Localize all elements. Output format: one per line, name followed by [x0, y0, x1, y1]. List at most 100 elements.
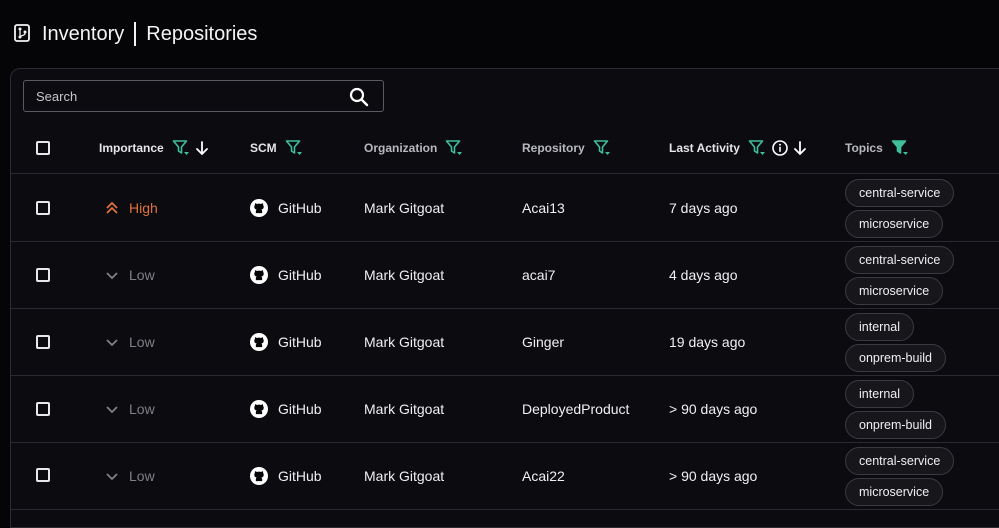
- github-icon: [250, 400, 268, 418]
- chevron-down-icon: [106, 339, 118, 347]
- topics-cell: internal onprem-build: [845, 313, 946, 372]
- column-label: Organization: [364, 141, 438, 155]
- topic-chip[interactable]: central-service: [845, 447, 955, 475]
- importance-label: Low: [129, 267, 155, 283]
- page-header: Inventory Repositories: [0, 0, 999, 68]
- last-activity-cell: > 90 days ago: [669, 468, 758, 484]
- repository-icon: [14, 24, 30, 42]
- column-organization[interactable]: Organization: [364, 122, 463, 174]
- topic-chip[interactable]: internal: [845, 313, 914, 341]
- importance-label: Low: [129, 468, 155, 484]
- search-box[interactable]: [23, 80, 384, 112]
- filter-icon[interactable]: [445, 139, 463, 157]
- filter-icon[interactable]: [593, 139, 611, 157]
- column-label: Repository: [522, 141, 585, 155]
- page-title: Inventory Repositories: [42, 22, 257, 46]
- topics-cell: central-service microservice: [845, 179, 955, 238]
- column-importance[interactable]: Importance: [99, 122, 210, 174]
- row-checkbox[interactable]: [36, 268, 50, 282]
- topic-chip[interactable]: microservice: [845, 478, 944, 506]
- scm-cell: GitHub: [250, 309, 322, 375]
- chevron-down-icon: [106, 473, 118, 481]
- importance-cell: Low: [105, 242, 155, 308]
- table-header: Importance SCM Organization Repository L…: [11, 122, 999, 174]
- breadcrumb-section[interactable]: Inventory: [42, 23, 124, 46]
- scm-label: GitHub: [278, 401, 322, 417]
- topic-chip[interactable]: internal: [845, 380, 914, 408]
- filter-icon[interactable]: [748, 139, 766, 157]
- scm-cell: GitHub: [250, 175, 322, 241]
- sort-descending-icon[interactable]: [792, 140, 808, 156]
- last-activity-cell: > 90 days ago: [669, 401, 758, 417]
- github-icon: [250, 266, 268, 284]
- row-checkbox[interactable]: [36, 335, 50, 349]
- github-icon: [250, 199, 268, 217]
- double-chevron-up-icon: [106, 201, 118, 214]
- chevron-down-icon: [106, 272, 118, 280]
- organization-cell: Mark Gitgoat: [364, 200, 445, 216]
- organization-cell: Mark Gitgoat: [364, 334, 445, 350]
- table-row[interactable]: Low GitHub Mark Gitgoat Ginger 19 days a…: [11, 309, 999, 376]
- topics-cell: central-service microservice: [845, 246, 955, 305]
- github-icon: [250, 333, 268, 351]
- scm-label: GitHub: [278, 468, 322, 484]
- repository-cell[interactable]: DeployedProduct: [522, 376, 629, 442]
- search-input[interactable]: [24, 81, 339, 111]
- search-icon[interactable]: [349, 87, 369, 107]
- table-row[interactable]: Low GitHub Mark Gitgoat DeployedProduct …: [11, 376, 999, 443]
- github-icon: [250, 467, 268, 485]
- importance-cell: Low: [105, 443, 155, 509]
- scm-label: GitHub: [278, 334, 322, 350]
- scm-label: GitHub: [278, 200, 322, 216]
- topics-cell: central-service microservice: [845, 447, 955, 506]
- topic-chip[interactable]: onprem-build: [845, 411, 946, 439]
- column-repository[interactable]: Repository: [522, 122, 611, 174]
- column-topics[interactable]: Topics: [845, 122, 909, 174]
- topics-cell: internal onprem-build: [845, 380, 946, 439]
- column-label: SCM: [250, 141, 277, 155]
- filter-icon[interactable]: [891, 139, 909, 157]
- repository-cell[interactable]: Acai13: [522, 175, 565, 241]
- importance-cell: High: [105, 175, 158, 241]
- chevron-down-icon: [106, 406, 118, 414]
- scm-cell: GitHub: [250, 443, 322, 509]
- importance-label: Low: [129, 401, 155, 417]
- repository-cell[interactable]: Acai22: [522, 443, 565, 509]
- importance-cell: Low: [105, 309, 155, 375]
- topic-chip[interactable]: microservice: [845, 277, 944, 305]
- breadcrumb-divider: [134, 22, 137, 46]
- column-label: Last Activity: [669, 141, 740, 155]
- scm-cell: GitHub: [250, 376, 322, 442]
- info-icon[interactable]: [772, 140, 788, 156]
- row-checkbox[interactable]: [36, 468, 50, 482]
- column-last-activity[interactable]: Last Activity: [669, 122, 808, 174]
- organization-cell: Mark Gitgoat: [364, 401, 445, 417]
- importance-cell: Low: [105, 376, 155, 442]
- filter-icon[interactable]: [285, 139, 303, 157]
- organization-cell: Mark Gitgoat: [364, 267, 445, 283]
- importance-label: Low: [129, 334, 155, 350]
- organization-cell: Mark Gitgoat: [364, 468, 445, 484]
- repository-cell[interactable]: acai7: [522, 242, 555, 308]
- column-label: Topics: [845, 141, 883, 155]
- scm-label: GitHub: [278, 267, 322, 283]
- importance-label: High: [129, 200, 158, 216]
- topic-chip[interactable]: microservice: [845, 210, 944, 238]
- topic-chip[interactable]: central-service: [845, 246, 955, 274]
- scm-cell: GitHub: [250, 242, 322, 308]
- column-scm[interactable]: SCM: [250, 122, 303, 174]
- topic-chip[interactable]: onprem-build: [845, 344, 946, 372]
- repository-cell[interactable]: Ginger: [522, 309, 564, 375]
- topic-chip[interactable]: central-service: [845, 179, 955, 207]
- filter-icon[interactable]: [172, 139, 190, 157]
- column-label: Importance: [99, 141, 164, 155]
- table-row[interactable]: High GitHub Mark Gitgoat Acai13 7 days a…: [11, 175, 999, 242]
- select-all-checkbox[interactable]: [36, 141, 50, 155]
- last-activity-cell: 19 days ago: [669, 334, 746, 350]
- row-checkbox[interactable]: [36, 402, 50, 416]
- table-row[interactable]: Low GitHub Mark Gitgoat Acai22 > 90 days…: [11, 443, 999, 510]
- last-activity-cell: 4 days ago: [669, 267, 738, 283]
- row-checkbox[interactable]: [36, 201, 50, 215]
- table-row[interactable]: Low GitHub Mark Gitgoat acai7 4 days ago…: [11, 242, 999, 309]
- sort-descending-icon[interactable]: [194, 140, 210, 156]
